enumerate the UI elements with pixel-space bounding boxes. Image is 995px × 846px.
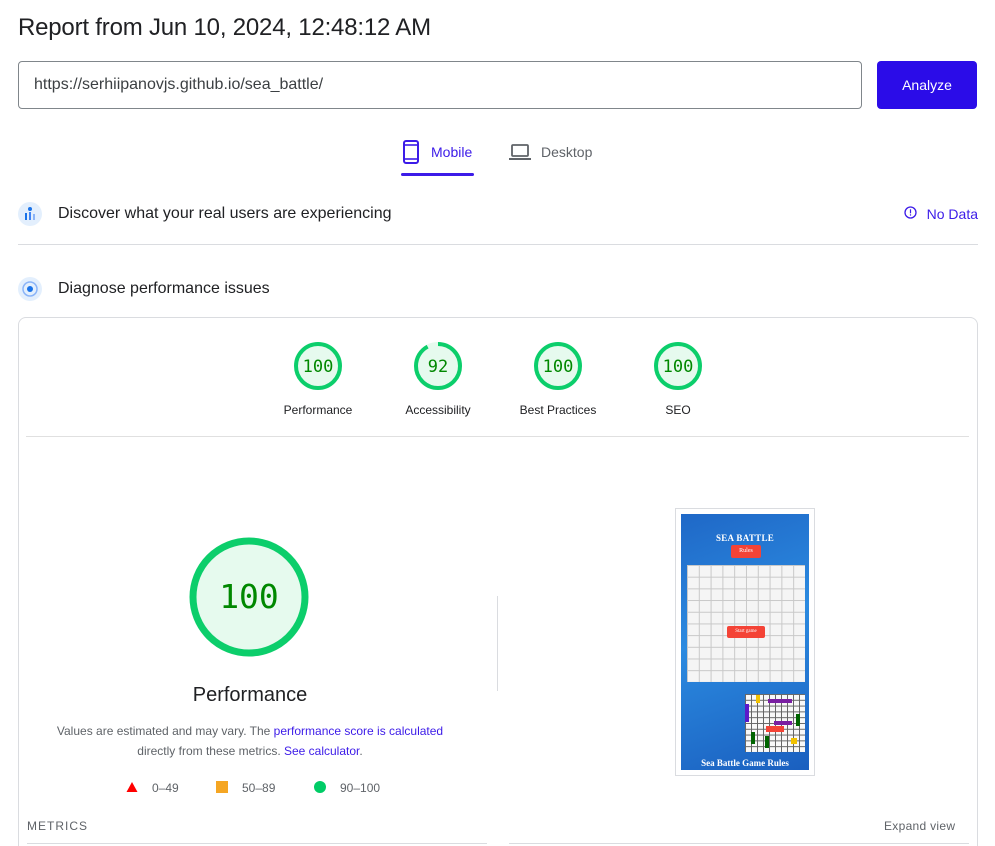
green-circle-icon xyxy=(314,780,326,796)
score-label: SEO xyxy=(665,403,691,417)
ship xyxy=(765,736,769,748)
screenshot-title: SEA BATTLE xyxy=(715,533,775,543)
screenshot-rules-button: Rules xyxy=(731,545,761,558)
laptop-icon xyxy=(509,138,531,169)
desc-text: Values are estimated and may vary. The xyxy=(56,724,274,738)
expand-view-button[interactable]: Expand view xyxy=(884,819,955,833)
score-label: Accessibility xyxy=(405,403,471,417)
score-label: Performance xyxy=(283,403,353,417)
ship xyxy=(768,699,792,703)
diagnose-icon xyxy=(18,277,42,301)
legend-pass: 90–100 xyxy=(314,780,380,796)
screenshot-footer: Sea Battle Game Rules xyxy=(701,758,789,768)
legend-average: 50–89 xyxy=(216,780,275,796)
no-data-label: No Data xyxy=(926,206,978,222)
tab-mobile[interactable]: Mobile xyxy=(401,138,472,176)
score-value: 100 xyxy=(303,357,334,377)
tab-mobile-label: Mobile xyxy=(431,144,473,160)
metrics-divider xyxy=(27,843,487,844)
final-screenshot-image: SEA BATTLE Rules Start game Sea Battle G… xyxy=(681,514,809,770)
field-data-heading: Discover what your real users are experi… xyxy=(58,205,392,222)
analyze-button[interactable]: Analyze xyxy=(877,61,977,109)
lab-data-card xyxy=(18,317,978,846)
desc-text: . xyxy=(359,744,363,758)
performance-big-gauge: 100 xyxy=(189,537,309,657)
see-calculator-link[interactable]: See calculator xyxy=(284,744,359,758)
score-gauge-accessibility[interactable]: 92 Accessibility xyxy=(388,341,488,417)
section-divider xyxy=(18,244,978,245)
score-gauge-best-practices[interactable]: 100 Best Practices xyxy=(508,341,608,417)
ship xyxy=(774,721,792,725)
score-value: 100 xyxy=(543,357,574,377)
performance-score-value: 100 xyxy=(219,577,279,616)
score-calculated-link[interactable]: performance score is calculated xyxy=(274,724,443,738)
score-gauge-seo[interactable]: 100 SEO xyxy=(628,341,728,417)
tab-desktop-label: Desktop xyxy=(541,144,593,160)
legend-fail: 0–49 xyxy=(126,780,179,796)
ship xyxy=(766,726,784,732)
desc-text: directly from these metrics. xyxy=(137,744,284,758)
screenshot-board xyxy=(687,565,805,682)
score-value: 92 xyxy=(428,357,448,377)
red-triangle-icon xyxy=(126,781,138,796)
card-divider xyxy=(26,436,969,437)
score-gauge-performance[interactable]: 100 Performance xyxy=(268,341,368,417)
url-input[interactable] xyxy=(18,61,862,109)
field-data-section: Discover what your real users are experi… xyxy=(18,199,978,229)
mobile-phone-icon xyxy=(401,138,421,169)
no-data-status[interactable]: No Data xyxy=(903,206,978,222)
screenshot-start-button: Start game xyxy=(727,626,765,638)
ship xyxy=(751,732,755,744)
legend-range: 0–49 xyxy=(152,781,179,795)
ship xyxy=(796,714,800,726)
lab-data-section: Diagnose performance issues xyxy=(18,274,978,304)
users-data-icon xyxy=(18,202,42,226)
legend-range: 90–100 xyxy=(340,781,381,795)
metrics-label: METRICS xyxy=(27,819,88,833)
final-screenshot: SEA BATTLE Rules Start game Sea Battle G… xyxy=(675,508,815,776)
report-title: Report from Jun 10, 2024, 12:48:12 AM xyxy=(18,14,431,41)
legend-range: 50–89 xyxy=(242,781,276,795)
score-value: 100 xyxy=(663,357,694,377)
tab-desktop[interactable]: Desktop xyxy=(509,138,592,176)
performance-description: Values are estimated and may vary. The p… xyxy=(40,721,460,761)
ship xyxy=(791,738,797,744)
score-label: Best Practices xyxy=(519,403,597,417)
info-icon xyxy=(903,206,917,222)
lab-data-heading: Diagnose performance issues xyxy=(58,280,270,297)
performance-title: Performance xyxy=(192,684,308,706)
orange-square-icon xyxy=(216,780,228,796)
metrics-divider xyxy=(509,843,969,844)
tab-selected-indicator xyxy=(401,173,474,176)
ship xyxy=(745,704,749,722)
vertical-divider xyxy=(497,596,498,691)
ship xyxy=(756,695,760,703)
